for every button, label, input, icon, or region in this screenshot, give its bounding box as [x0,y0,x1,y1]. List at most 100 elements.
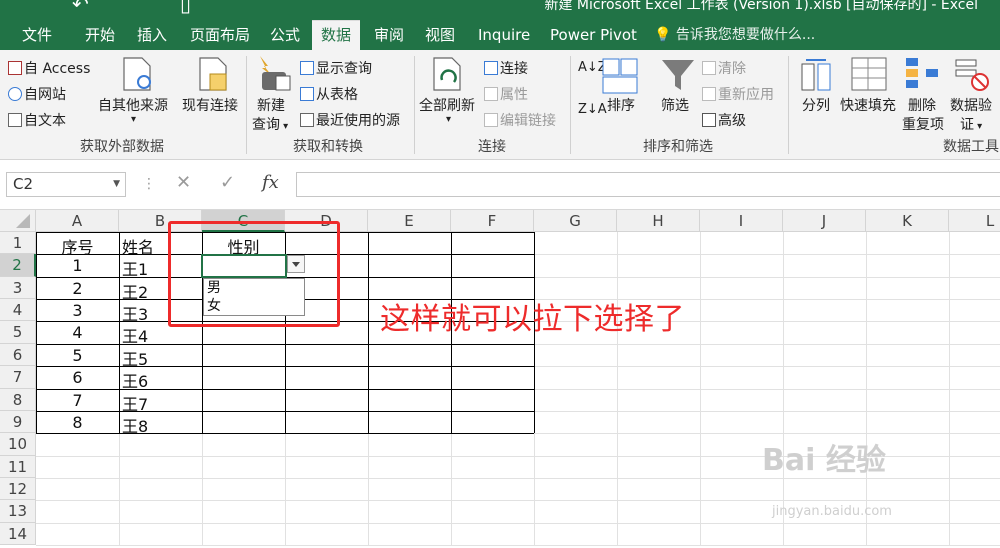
column-header-g[interactable]: G [534,210,617,232]
column-header-a[interactable]: A [36,210,119,232]
select-all-corner[interactable] [0,210,36,232]
new-query-button[interactable]: 新建 [257,95,285,115]
row-header-11[interactable]: 11 [0,455,36,478]
sort-za-icon[interactable]: Z↓A [578,102,607,117]
text-to-columns-button[interactable]: 分列 [802,95,830,115]
data-validation-button[interactable]: 数据验 [950,95,992,115]
insert-function-icon[interactable]: fx [262,172,279,193]
chevron-down-icon: ▾ [280,121,289,132]
group-label-transform: 获取和转换 [293,139,363,155]
chevron-down-icon: ▾ [974,121,983,132]
tab-inquire[interactable]: Inquire [478,20,530,50]
cell-b6[interactable]: 王5 [122,346,148,370]
cell-b7[interactable]: 王6 [122,368,148,392]
row-header-10[interactable]: 10 [0,433,36,456]
cell-b2[interactable]: 王1 [122,256,148,280]
advanced-filter-button[interactable]: 高级 [702,110,746,130]
undo-icon[interactable]: ↶ [72,0,89,16]
from-table-button[interactable]: 从表格 [300,84,358,104]
from-text-label: 自文本 [24,113,66,129]
row-header-8[interactable]: 8 [0,388,36,411]
existing-connections-button[interactable]: 现有连接 [182,95,238,115]
cell-b1[interactable]: 姓名 [122,234,154,258]
cell-a7[interactable]: 6 [36,368,119,387]
data-validation-dropdown[interactable]: 证 ▾ [960,114,982,134]
more-options-icon[interactable]: ⋮ [142,176,156,192]
column-header-k[interactable]: K [866,210,949,232]
name-box[interactable]: C2 ▼ [6,172,126,197]
reapply-button[interactable]: 重新应用 [702,84,774,104]
cell-b3[interactable]: 王2 [122,279,148,303]
cell-a1[interactable]: 序号 [36,234,119,258]
recent-sources-button[interactable]: 最近使用的源 [300,110,400,130]
gridline-horizontal [36,500,1000,502]
from-text-button[interactable]: 自文本 [8,110,66,130]
tab-page-layout[interactable]: 页面布局 [190,20,250,50]
column-header-j[interactable]: J [783,210,866,232]
tab-insert[interactable]: 插入 [137,20,167,50]
edit-links-button[interactable]: 编辑链接 [484,110,556,130]
formula-input[interactable] [296,172,1000,197]
column-header-i[interactable]: I [700,210,783,232]
tell-me-box[interactable]: 💡 告诉我您想要做什么... [654,20,815,50]
from-web-button[interactable]: 自网站 [8,84,66,104]
properties-button[interactable]: 属性 [484,84,528,104]
column-header-f[interactable]: F [451,210,534,232]
filter-button[interactable]: 筛选 [661,95,689,115]
new-file-icon[interactable]: ▯ [180,0,191,16]
worksheet-grid[interactable]: ABCDEFGHIJKL 1 2 3 4 5 6 7 8 9 10 11 12 13 14 序号 姓名 性… [0,210,1000,548]
flash-fill-button[interactable]: 快速填充 [840,95,896,115]
cell-a2[interactable]: 1 [36,256,119,275]
cell-a3[interactable]: 2 [36,279,119,298]
tab-formulas[interactable]: 公式 [270,20,300,50]
row-header-14[interactable]: 14 [0,522,36,546]
enter-check-icon[interactable]: ✓ [220,172,235,193]
sort-button[interactable]: 排序 [607,95,635,115]
refresh-all-button[interactable]: 全部刷新 [419,95,475,115]
tab-data[interactable]: 数据 [312,20,361,50]
row-header-7[interactable]: 7 [0,366,36,389]
cancel-icon[interactable]: ✕ [176,172,191,193]
cell-b8[interactable]: 王7 [122,391,148,415]
cell-b9[interactable]: 王8 [122,413,148,437]
edit-links-label: 编辑链接 [500,113,556,129]
column-header-e[interactable]: E [368,210,451,232]
tab-view[interactable]: 视图 [425,20,455,50]
show-queries-button[interactable]: 显示查询 [300,58,372,78]
other-sources-dropdown-icon[interactable]: ▾ [131,114,136,125]
column-header-l[interactable]: L [949,210,1000,232]
cell-a5[interactable]: 4 [36,323,119,342]
cell-a8[interactable]: 7 [36,391,119,410]
cell-b5[interactable]: 王4 [122,323,148,347]
row-header-2[interactable]: 2 [0,254,36,277]
new-query-dropdown[interactable]: 查询 ▾ [252,114,288,134]
row-header-9[interactable]: 9 [0,410,36,434]
from-access-button[interactable]: 自 Access [8,58,90,78]
remove-duplicates-button[interactable]: 删除 [908,95,936,115]
refresh-dropdown-icon[interactable]: ▾ [446,114,451,125]
other-sources-button[interactable]: 自其他来源 [98,95,168,115]
row-header-1[interactable]: 1 [0,232,36,255]
cell-b4[interactable]: 王3 [122,301,148,325]
row-header-3[interactable]: 3 [0,276,36,300]
cell-a9[interactable]: 8 [36,413,119,432]
chevron-down-icon[interactable]: ▼ [113,173,120,196]
clear-filter-button[interactable]: 清除 [702,58,746,78]
row-header-4[interactable]: 4 [0,299,36,322]
access-icon [8,61,22,75]
tab-power-pivot[interactable]: Power Pivot [550,20,637,50]
connections-button[interactable]: 连接 [484,58,528,78]
row-header-5[interactable]: 5 [0,321,36,344]
cell-a6[interactable]: 5 [36,346,119,365]
tab-file[interactable]: 文件 [22,20,52,50]
cell-a4[interactable]: 3 [36,301,119,320]
ribbon-separator [788,56,789,154]
row-header-12[interactable]: 12 [0,477,36,501]
tab-review[interactable]: 审阅 [374,20,404,50]
row-header-6[interactable]: 6 [0,343,36,367]
table-border-horizontal [36,410,534,412]
name-box-value: C2 [13,175,34,193]
row-header-13[interactable]: 13 [0,500,36,523]
column-header-h[interactable]: H [617,210,700,232]
tab-home[interactable]: 开始 [85,20,115,50]
